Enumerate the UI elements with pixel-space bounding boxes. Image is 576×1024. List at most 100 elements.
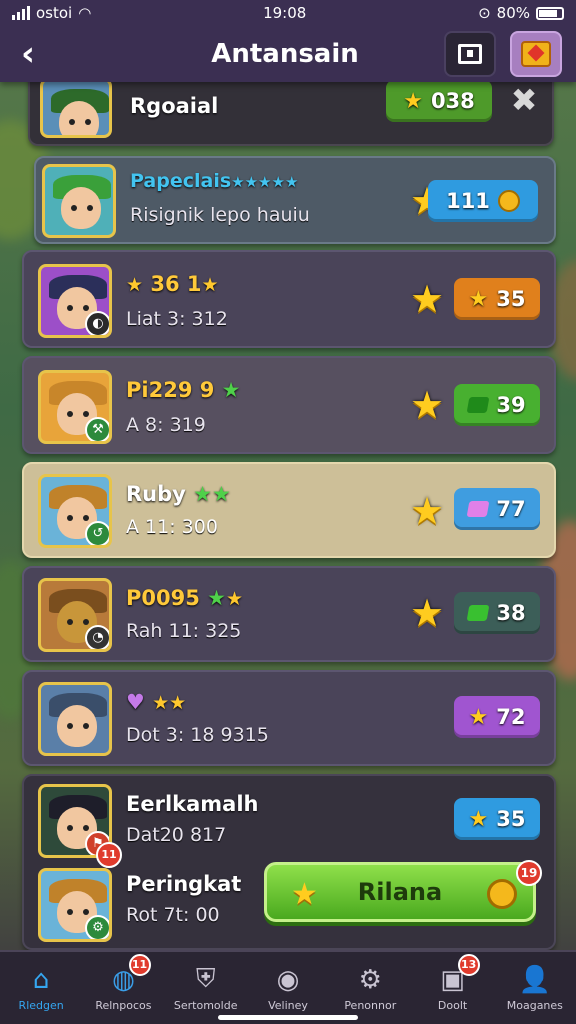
home-indicator	[218, 1015, 358, 1020]
nav-item-profile[interactable]: 👤 Moaganes	[494, 952, 576, 1024]
claim-button[interactable]: ★ Rilana	[264, 862, 536, 922]
player-name: P0095 ★★	[126, 586, 244, 610]
claim-label: Rilana	[357, 878, 443, 906]
user-icon: 👤	[518, 964, 552, 995]
gift-button[interactable]	[510, 31, 562, 77]
score-pill: 38	[454, 592, 540, 634]
star-icon: ★	[410, 277, 445, 321]
player-subtitle: Rot 7t: 00	[126, 904, 220, 926]
player-subtitle: Rah 11: 325	[126, 620, 242, 642]
menu-button[interactable]	[444, 31, 496, 77]
list-item[interactable]: Rgoaial ★ 038 ✖	[28, 82, 554, 146]
player-name: Peringkat	[126, 872, 242, 896]
score-value: 39	[496, 393, 526, 417]
avatar	[42, 164, 116, 238]
avatar: ◔	[38, 578, 112, 652]
player-subtitle: Liat 3: 312	[126, 308, 228, 330]
player-subtitle: Risignik lepo hauiu	[130, 204, 310, 226]
star-icon: ★	[468, 704, 489, 730]
gem-icon	[466, 397, 490, 413]
player-name: Papeclais★★★★★	[130, 170, 299, 192]
home-icon: ⌂	[32, 964, 50, 995]
list-item[interactable]: Papeclais★★★★★ Risignik lepo hauiu ★ 111	[34, 156, 556, 244]
nav-item-home[interactable]: ⌂ Rledgen	[0, 952, 82, 1024]
notification-badge: 11	[96, 842, 122, 868]
player-name: Eerlkamalh	[126, 792, 259, 816]
player-subtitle: Dot 3: 18 9315	[126, 724, 269, 746]
nav-item-camera[interactable]: ◉ Veliney	[247, 952, 329, 1024]
wifi-icon: ◠	[78, 4, 92, 22]
score-pill: 39	[454, 384, 540, 426]
nav-item-chat[interactable]: ▣ Doolt 13	[411, 952, 493, 1024]
avatar	[38, 682, 112, 756]
leaderboard-list: Rgoaial ★ 038 ✖ Papeclais★★★★★ Risignik …	[0, 82, 576, 950]
avatar	[40, 82, 112, 138]
star-icon: ★	[403, 88, 423, 114]
score-value: 77	[496, 497, 526, 521]
star-icon: ★	[468, 286, 489, 312]
nav-item-ball[interactable]: ◍ Relnpocos 11	[82, 952, 164, 1024]
score-pill: ★ 038	[386, 82, 492, 122]
score-value: 111	[446, 189, 490, 213]
list-item[interactable]: ♥ ★★ Dot 3: 18 9315 ★ 72	[22, 670, 556, 766]
rating-stars: ★★★★★	[231, 173, 299, 191]
star-icon: ★	[468, 806, 489, 832]
square-icon	[458, 44, 482, 64]
avatar: ◐	[38, 264, 112, 338]
score-pill: ★ 35	[454, 278, 540, 320]
app-header: ‹ Antansain	[0, 26, 576, 82]
avatar: ⚒	[38, 370, 112, 444]
notification-badge: 19	[516, 860, 542, 886]
player-name: ★ 36 1★	[126, 272, 219, 296]
star-icon: ★	[410, 489, 445, 533]
gift-icon	[521, 41, 551, 67]
close-x-icon[interactable]: ✖	[504, 82, 544, 120]
star-icon: ★	[291, 877, 318, 912]
nav-item-settings[interactable]: ⚙ Penonnor	[329, 952, 411, 1024]
gem-icon	[466, 605, 490, 621]
list-item[interactable]: ◔ P0095 ★★ Rah 11: 325 ★ 38	[22, 566, 556, 662]
clock: 19:08	[263, 4, 307, 22]
score-pill: 111	[428, 180, 538, 222]
score-value: 38	[496, 601, 526, 625]
player-name: Rgoaial	[130, 94, 219, 118]
score-value: 038	[430, 89, 475, 113]
star-icon: ★	[410, 383, 445, 427]
avatar: ⚙	[38, 868, 112, 942]
avatar: ↺	[38, 474, 112, 548]
player-name: Ruby ★★	[126, 482, 231, 506]
player-subtitle: A 11: 300	[126, 516, 218, 538]
back-button[interactable]: ‹	[0, 26, 56, 82]
list-item[interactable]: ↺ Ruby ★★ A 11: 300 ★ 77	[22, 462, 556, 558]
star-icon: ★	[410, 591, 445, 635]
shield-icon: ⛨	[195, 964, 216, 994]
score-pill: ★ 35	[454, 798, 540, 840]
nav-item-shield[interactable]: ⛨ Sertomolde	[165, 952, 247, 1024]
player-name: Pi229 9 ★	[126, 378, 241, 402]
coin-icon	[487, 879, 517, 909]
coin-icon	[497, 190, 520, 212]
alarm-icon: ⊙	[478, 4, 491, 22]
score-pill: ★ 72	[454, 696, 540, 738]
score-pill: 77	[454, 488, 540, 530]
notification-badge: 13	[457, 954, 480, 976]
score-value: 35	[496, 807, 526, 831]
battery-percent: 80%	[496, 4, 530, 22]
camera-icon: ◉	[276, 964, 300, 995]
gear-icon: ⚙	[358, 964, 382, 995]
chevron-left-icon: ‹	[20, 34, 35, 74]
gem-icon	[466, 501, 490, 517]
status-bar: ostoi ◠ 19:08 ⊙ 80%	[0, 0, 576, 26]
page-title: Antansain	[211, 39, 359, 69]
score-value: 35	[496, 287, 526, 311]
score-value: 72	[496, 705, 526, 729]
battery-icon	[536, 6, 564, 20]
player-subtitle: Dat20 817	[126, 824, 227, 846]
player-name: ♥ ★★	[126, 690, 187, 714]
list-item[interactable]: ◐ ★ 36 1★ Liat 3: 312 ★ ★ 35	[22, 250, 556, 348]
notification-badge: 11	[128, 954, 151, 976]
list-item[interactable]: ⚒ Pi229 9 ★ A 8: 319 ★ 39	[22, 356, 556, 454]
carrier-label: ostoi	[36, 4, 73, 22]
signal-icon	[12, 6, 30, 20]
bottom-nav: ⌂ Rledgen ◍ Relnpocos 11 ⛨ Sertomolde ◉ …	[0, 950, 576, 1024]
